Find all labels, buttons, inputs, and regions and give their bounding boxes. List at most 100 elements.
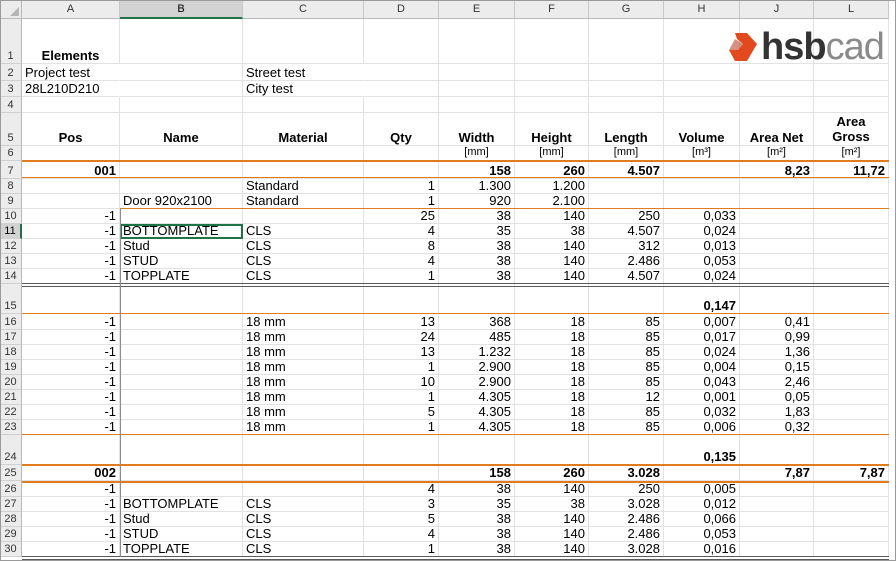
cell-b28[interactable]: Stud: [120, 512, 243, 527]
cell-c28[interactable]: CLS: [243, 512, 364, 527]
cell-d9[interactable]: 1: [364, 194, 439, 209]
cell-c4[interactable]: [243, 97, 364, 113]
cell-b19[interactable]: [120, 360, 243, 375]
row-header-16[interactable]: 16: [0, 314, 22, 330]
cell-a13[interactable]: -1: [22, 254, 120, 269]
column-header-e[interactable]: E: [439, 0, 515, 19]
column-header-l[interactable]: L: [814, 0, 889, 19]
cell-d12[interactable]: 8: [364, 239, 439, 254]
row-header-27[interactable]: 27: [0, 497, 22, 512]
cell-g5[interactable]: Length: [589, 113, 664, 146]
select-all-corner[interactable]: [0, 0, 22, 19]
cell-f1[interactable]: [515, 19, 589, 64]
row-header-19[interactable]: 19: [0, 360, 22, 375]
cell-a27[interactable]: -1: [22, 497, 120, 512]
cell-f28[interactable]: 140: [515, 512, 589, 527]
row-header-3[interactable]: 3: [0, 81, 22, 97]
cell-c19[interactable]: 18 mm: [243, 360, 364, 375]
cell-l17[interactable]: [814, 330, 889, 345]
cell-c24[interactable]: [243, 435, 364, 465]
cell-b23[interactable]: [120, 420, 243, 435]
cell-e26[interactable]: 38: [439, 481, 515, 497]
cell-g29[interactable]: 2.486: [589, 527, 664, 542]
cell-e28[interactable]: 38: [439, 512, 515, 527]
cell-b12[interactable]: Stud: [120, 239, 243, 254]
cell-l22[interactable]: [814, 405, 889, 420]
cell-j18[interactable]: 1,36: [740, 345, 814, 360]
cell-h20[interactable]: 0,043: [664, 375, 740, 390]
cell-c20[interactable]: 18 mm: [243, 375, 364, 390]
cell-b17[interactable]: [120, 330, 243, 345]
cell-b14[interactable]: TOPPLATE: [120, 269, 243, 284]
cell-f2[interactable]: [515, 64, 589, 81]
cell-f18[interactable]: 18: [515, 345, 589, 360]
cell-b1[interactable]: [120, 19, 243, 64]
cell-f23[interactable]: 18: [515, 420, 589, 435]
cell-d11[interactable]: 4: [364, 224, 439, 239]
cell-g16[interactable]: 85: [589, 314, 664, 330]
cell-c29[interactable]: CLS: [243, 527, 364, 542]
cell-e5[interactable]: Width: [439, 113, 515, 146]
cell-l4[interactable]: [814, 97, 889, 113]
cell-h22[interactable]: 0,032: [664, 405, 740, 420]
column-header-c[interactable]: C: [243, 0, 364, 19]
cell-c13[interactable]: CLS: [243, 254, 364, 269]
column-header-f[interactable]: F: [515, 0, 589, 19]
cell-a11[interactable]: -1: [22, 224, 120, 239]
cell-b20[interactable]: [120, 375, 243, 390]
cell-e25[interactable]: 158: [439, 465, 515, 481]
row-header-30[interactable]: 30: [0, 542, 22, 557]
cell-b25[interactable]: [120, 465, 243, 481]
cell-l13[interactable]: [814, 254, 889, 269]
cell-g21[interactable]: 12: [589, 390, 664, 405]
column-header-j[interactable]: J: [740, 0, 814, 19]
cell-c12[interactable]: CLS: [243, 239, 364, 254]
row-header-18[interactable]: 18: [0, 345, 22, 360]
row-header-28[interactable]: 28: [0, 512, 22, 527]
cell-a2[interactable]: Project test: [22, 64, 120, 81]
cell-g12[interactable]: 312: [589, 239, 664, 254]
cell-g4[interactable]: [589, 97, 664, 113]
cell-e11[interactable]: 35: [439, 224, 515, 239]
cell-j13[interactable]: [740, 254, 814, 269]
cell-a21[interactable]: -1: [22, 390, 120, 405]
cell-l6[interactable]: [m²]: [814, 146, 889, 161]
cell-c30[interactable]: CLS: [243, 542, 364, 557]
cell-d2[interactable]: [364, 64, 439, 81]
cell-j10[interactable]: [740, 209, 814, 224]
cell-d23[interactable]: 1: [364, 420, 439, 435]
cell-e19[interactable]: 2.900: [439, 360, 515, 375]
cell-g8[interactable]: [589, 179, 664, 194]
row-header-1[interactable]: 1: [0, 19, 22, 64]
cell-b27[interactable]: BOTTOMPLATE: [120, 497, 243, 512]
cell-d20[interactable]: 10: [364, 375, 439, 390]
cell-f3[interactable]: [515, 81, 589, 97]
cell-j20[interactable]: 2,46: [740, 375, 814, 390]
cell-d10[interactable]: 25: [364, 209, 439, 224]
cell-g23[interactable]: 85: [589, 420, 664, 435]
cell-a26[interactable]: -1: [22, 481, 120, 497]
cell-b7[interactable]: [120, 161, 243, 179]
cell-c16[interactable]: 18 mm: [243, 314, 364, 330]
cell-b15[interactable]: [120, 284, 243, 314]
cell-d30[interactable]: 1: [364, 542, 439, 557]
cell-c23[interactable]: 18 mm: [243, 420, 364, 435]
cell-e6[interactable]: [mm]: [439, 146, 515, 161]
cell-g28[interactable]: 2.486: [589, 512, 664, 527]
cell-e4[interactable]: [439, 97, 515, 113]
cell-a6[interactable]: [22, 146, 120, 161]
row-header-15[interactable]: 15: [0, 284, 22, 314]
cell-d28[interactable]: 5: [364, 512, 439, 527]
cell-h16[interactable]: 0,007: [664, 314, 740, 330]
cell-a12[interactable]: -1: [22, 239, 120, 254]
cell-h21[interactable]: 0,001: [664, 390, 740, 405]
cell-e30[interactable]: 38: [439, 542, 515, 557]
cell-d8[interactable]: 1: [364, 179, 439, 194]
cell-l5[interactable]: Area Gross: [814, 113, 889, 146]
cell-a9[interactable]: [22, 194, 120, 209]
cell-g25[interactable]: 3.028: [589, 465, 664, 481]
cell-a5[interactable]: Pos: [22, 113, 120, 146]
cell-c18[interactable]: 18 mm: [243, 345, 364, 360]
cell-e27[interactable]: 35: [439, 497, 515, 512]
cell-e16[interactable]: 368: [439, 314, 515, 330]
